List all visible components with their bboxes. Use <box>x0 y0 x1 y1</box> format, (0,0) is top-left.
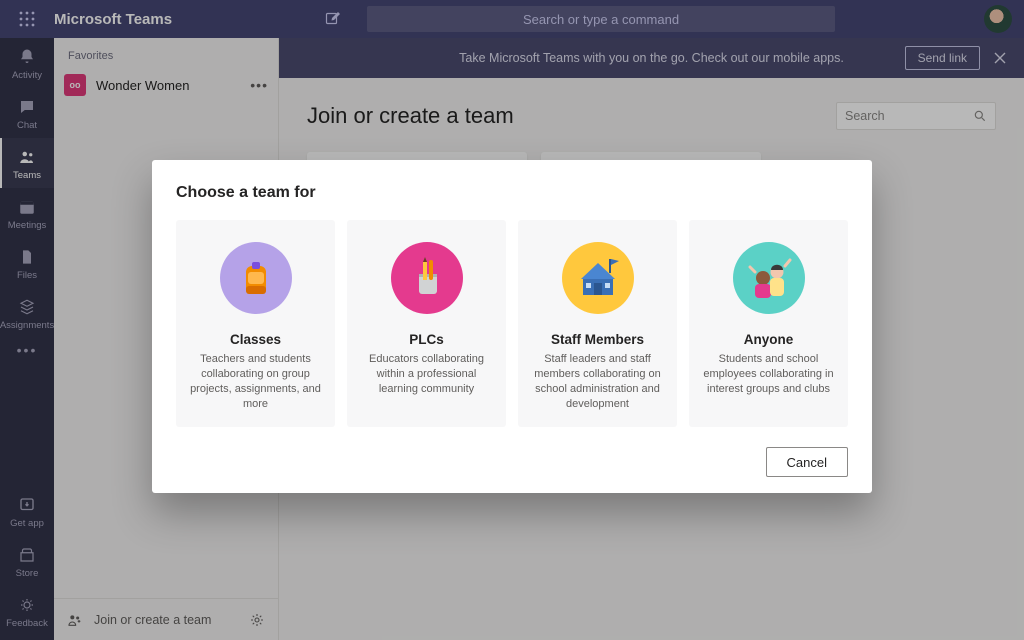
card-desc: Teachers and students collaborating on g… <box>188 352 323 411</box>
team-type-card-staff[interactable]: Staff Members Staff leaders and staff me… <box>518 220 677 427</box>
dialog-title: Choose a team for <box>176 184 848 202</box>
team-type-card-classes[interactable]: Classes Teachers and students collaborat… <box>176 220 335 427</box>
team-type-cards: Classes Teachers and students collaborat… <box>176 220 848 427</box>
card-desc: Students and school employees collaborat… <box>701 352 836 397</box>
cancel-button[interactable]: Cancel <box>766 447 848 477</box>
card-title: PLCs <box>409 332 444 347</box>
plcs-icon <box>391 242 463 314</box>
classes-icon <box>220 242 292 314</box>
card-desc: Staff leaders and staff members collabor… <box>530 352 665 411</box>
card-title: Classes <box>230 332 281 347</box>
choose-team-type-dialog: Choose a team for Classes Teachers and s… <box>152 160 872 493</box>
dialog-button-row: Cancel <box>176 447 848 477</box>
team-type-card-anyone[interactable]: Anyone Students and school employees col… <box>689 220 848 427</box>
modal-overlay[interactable]: Choose a team for Classes Teachers and s… <box>0 0 1024 640</box>
card-title: Anyone <box>744 332 794 347</box>
team-type-card-plcs[interactable]: PLCs Educators collaborating within a pr… <box>347 220 506 427</box>
anyone-icon <box>733 242 805 314</box>
card-title: Staff Members <box>551 332 644 347</box>
staff-icon <box>562 242 634 314</box>
card-desc: Educators collaborating within a profess… <box>359 352 494 397</box>
